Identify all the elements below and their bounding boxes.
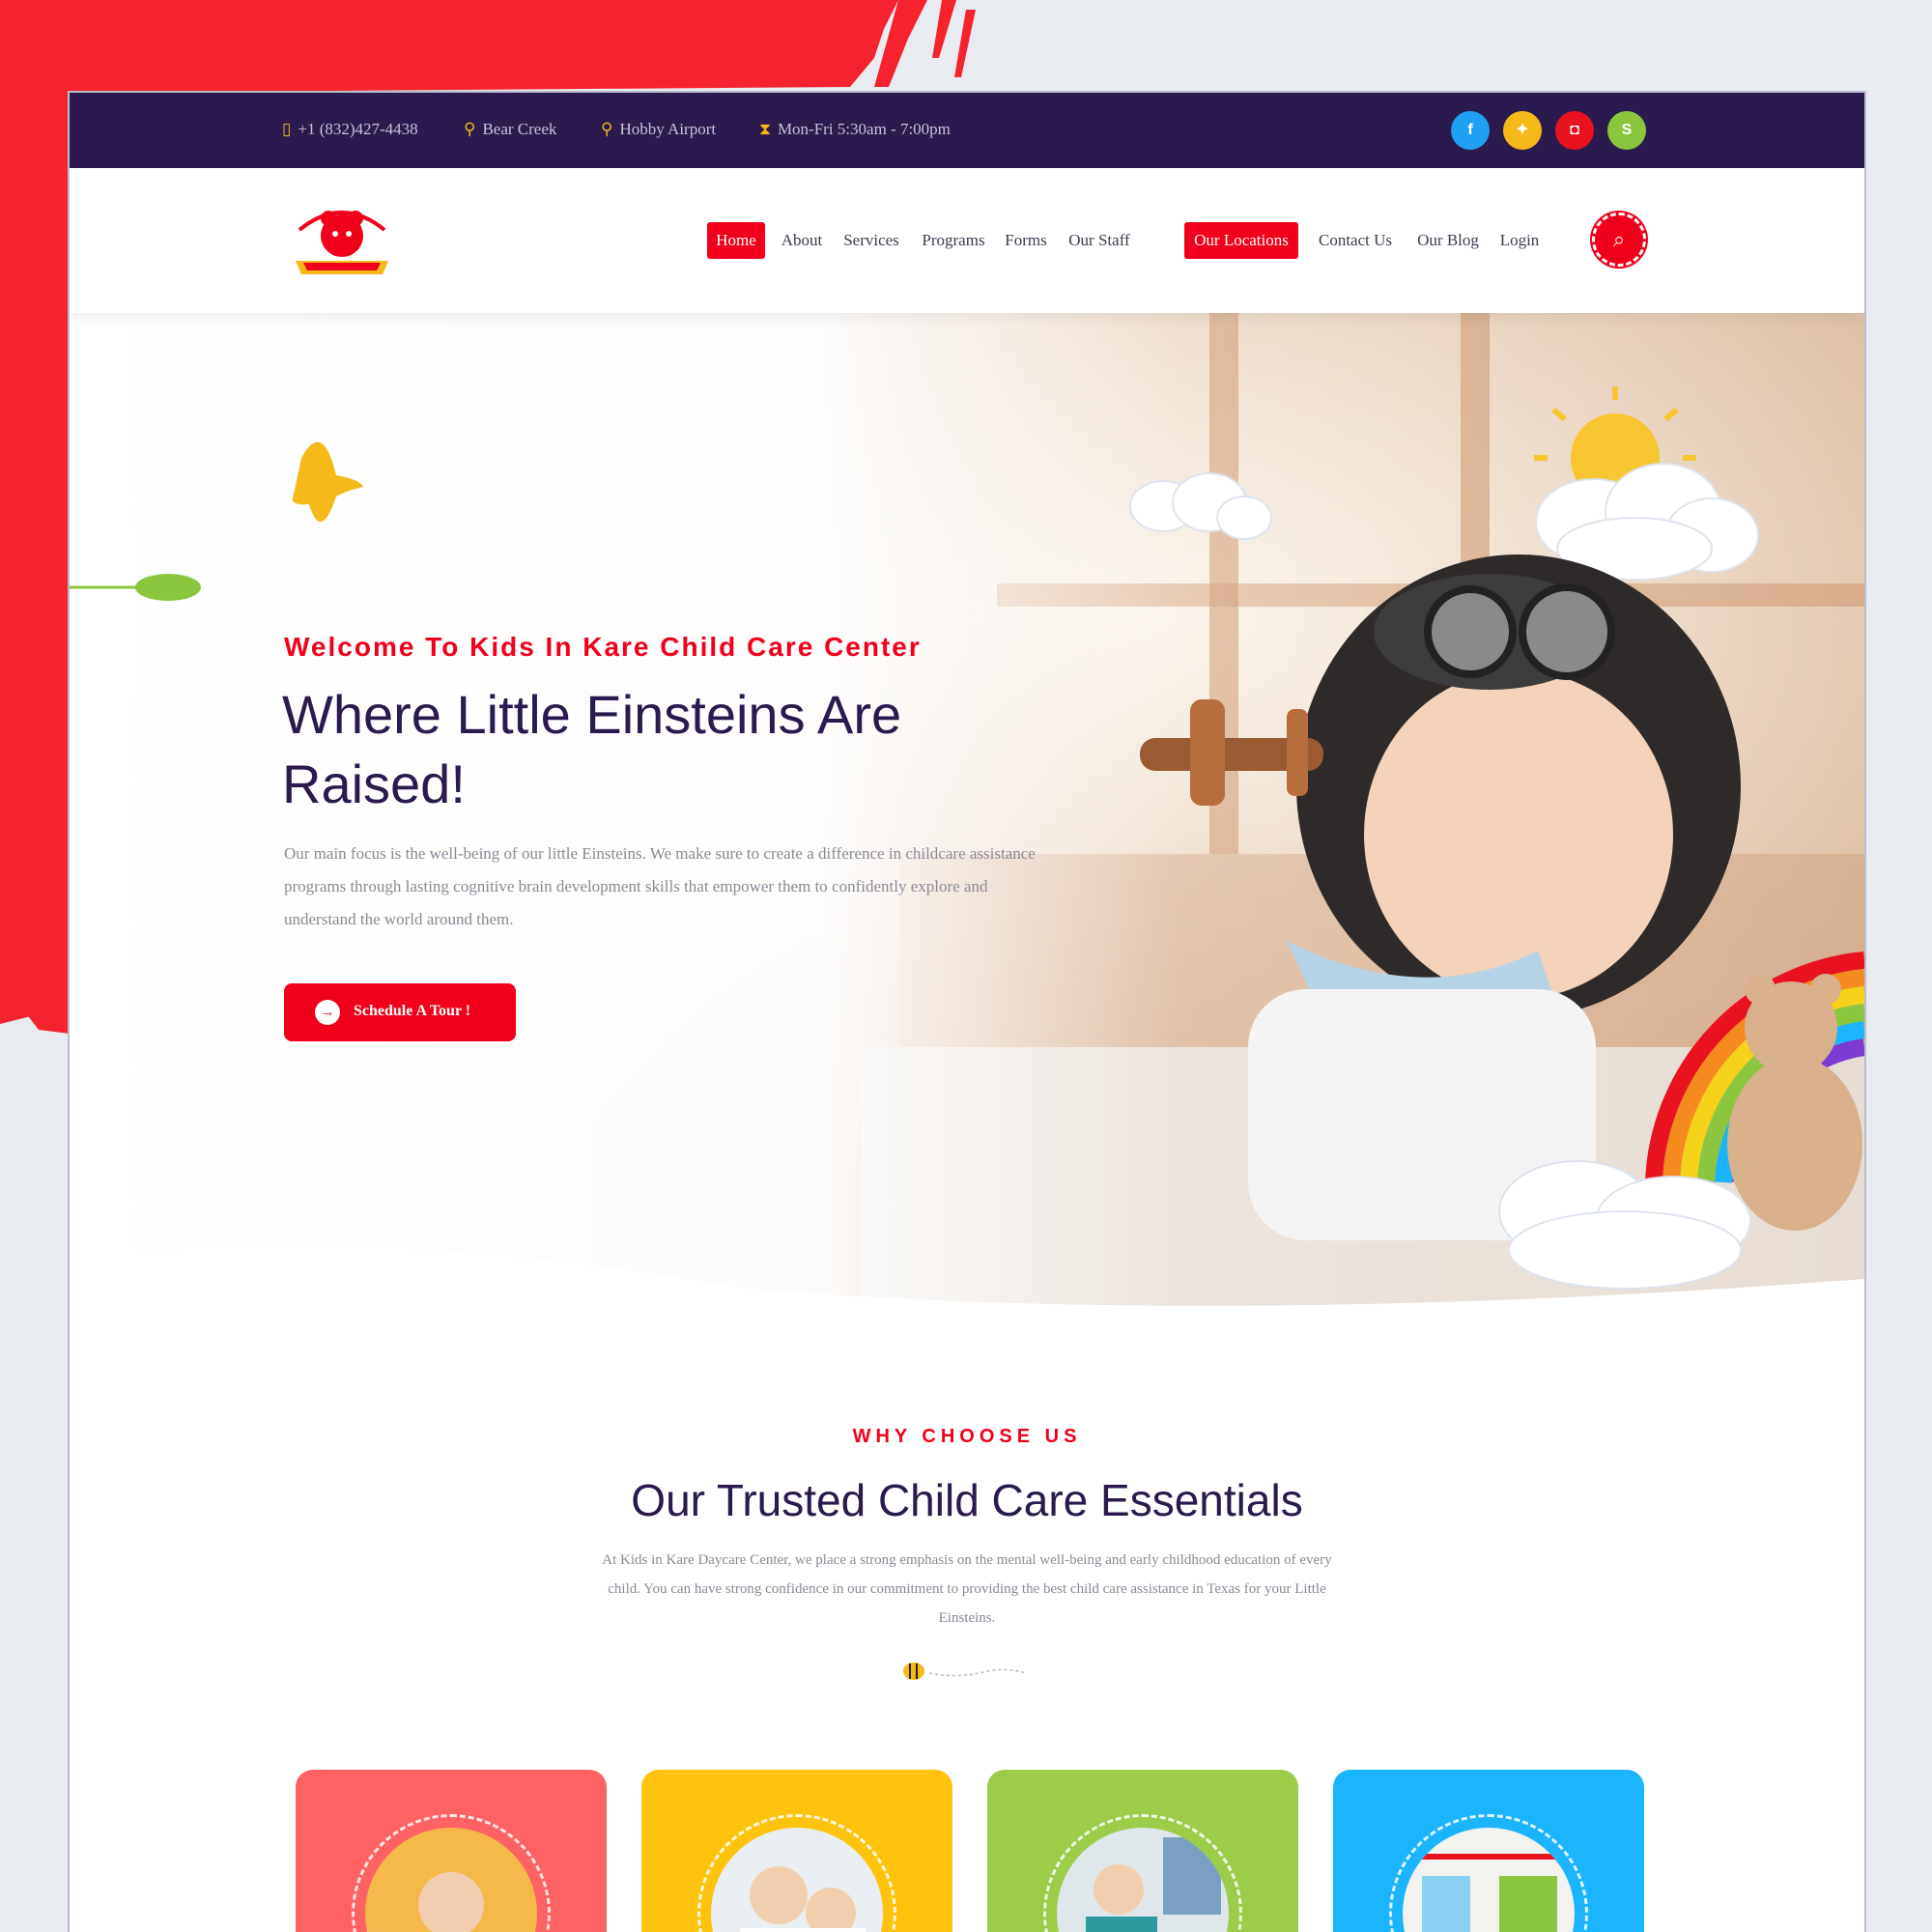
arrow-right-icon: → — [315, 1000, 340, 1025]
map-pin-icon: ⚲ — [464, 120, 476, 138]
feature-card[interactable] — [1333, 1770, 1644, 1932]
nav-our-locations[interactable]: Our Locations — [1184, 222, 1298, 259]
hero-title: Where Little Einsteins Are Raised! — [282, 684, 902, 814]
skype-icon[interactable]: S — [1607, 111, 1646, 150]
facebook-icon[interactable]: f — [1451, 111, 1490, 150]
opening-hours: ⧗ Mon-Fri 5:30am - 7:00pm — [759, 120, 951, 139]
nav-contact-us[interactable]: Contact Us — [1312, 222, 1399, 259]
hourglass-icon: ⧗ — [759, 120, 771, 138]
search-icon: ⌕ — [1612, 227, 1626, 251]
section-title: Our Trusted Child Care Essentials — [631, 1475, 1303, 1525]
schedule-tour-label: Schedule A Tour ! — [354, 1003, 471, 1019]
nav-our-blog[interactable]: Our Blog — [1412, 222, 1484, 259]
phone-icon: ▯ — [282, 120, 292, 138]
nav-about[interactable]: About — [779, 222, 825, 259]
search-button[interactable]: ⌕ — [1592, 213, 1646, 267]
top-info-bar: ▯ +1 (832)427-4438 ⚲ Bear Creek ⚲ Hobby Air… — [70, 93, 1864, 168]
nav-home[interactable]: Home — [707, 222, 765, 259]
browser-page: ▯ +1 (832)427-4438 ⚲ Bear Creek ⚲ Hobby Air… — [70, 93, 1864, 1932]
map-pin-icon: ⚲ — [601, 120, 613, 138]
hero-description: Our main focus is the well-being of our … — [284, 844, 1036, 928]
hero-tagline: Welcome To Kids In Kare Child Care Cente… — [284, 632, 922, 662]
location-label: Hobby Airport — [619, 120, 717, 138]
location-label: Bear Creek — [482, 120, 557, 138]
location-bear-creek[interactable]: ⚲ Bear Creek — [464, 120, 556, 139]
feature-card[interactable] — [987, 1770, 1298, 1932]
section-description: At Kids in Kare Daycare Center, we place… — [602, 1552, 1332, 1626]
phone-number: +1 (832)427-4438 — [298, 120, 418, 138]
bee-divider-icon — [903, 1662, 1027, 1680]
hours-label: Mon-Fri 5:30am - 7:00pm — [777, 120, 951, 138]
nav-forms[interactable]: Forms — [1001, 222, 1051, 259]
feature-card[interactable] — [296, 1770, 607, 1932]
nav-programs[interactable]: Programs — [918, 222, 989, 259]
feature-card[interactable] — [641, 1770, 952, 1932]
site-header: Home About Services Programs Forms Our S… — [70, 168, 1864, 313]
instagram-icon[interactable]: ◘ — [1555, 111, 1594, 150]
nav-our-staff[interactable]: Our Staff — [1065, 222, 1134, 259]
twitter-icon[interactable]: ✦ — [1503, 111, 1542, 150]
phone-link[interactable]: ▯ +1 (832)427-4438 — [282, 120, 418, 139]
nav-services[interactable]: Services — [838, 222, 904, 259]
schedule-tour-button[interactable]: → Schedule A Tour ! — [284, 983, 516, 1041]
hero-section: Welcome To Kids In Kare Child Care Cente… — [70, 313, 1864, 1308]
kids-in-kare-logo[interactable] — [290, 197, 394, 286]
location-hobby-airport[interactable]: ⚲ Hobby Airport — [601, 120, 716, 139]
section-eyebrow: WHY CHOOSE US — [852, 1426, 1082, 1447]
nav-login[interactable]: Login — [1495, 222, 1544, 259]
